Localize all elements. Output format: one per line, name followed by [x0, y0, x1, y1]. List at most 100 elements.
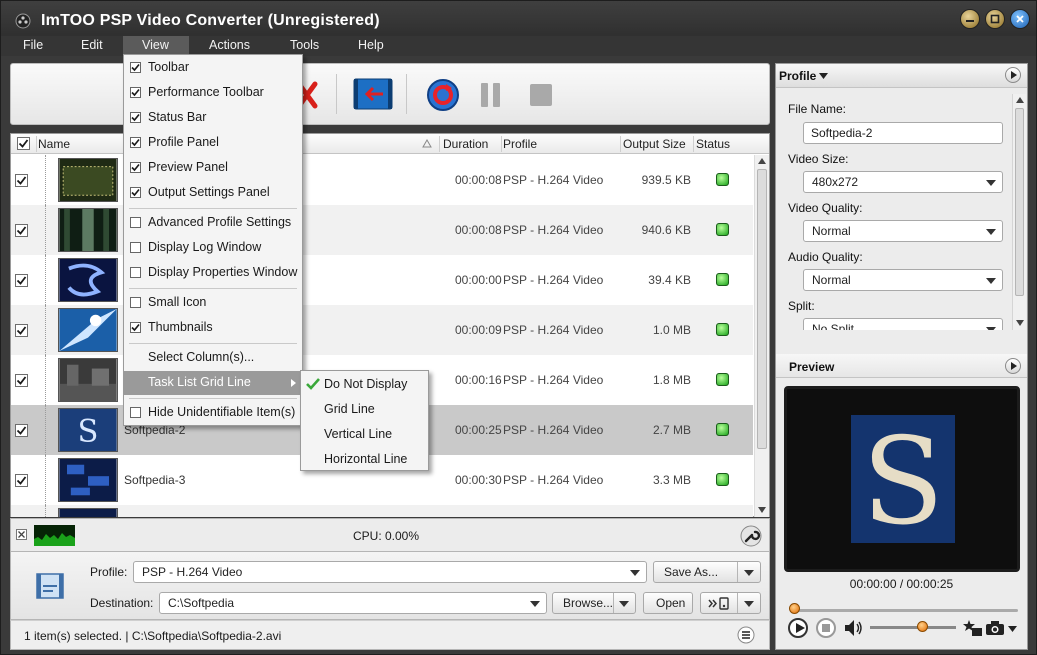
log-icon[interactable]	[737, 626, 755, 644]
menu-item-status-bar[interactable]: Status Bar	[124, 106, 302, 130]
check-icon	[16, 376, 27, 385]
check-icon	[16, 226, 27, 235]
profile-scrollbar[interactable]	[1012, 94, 1026, 330]
row-checkbox[interactable]	[15, 174, 28, 187]
menu-item-output-settings-panel[interactable]: Output Settings Panel	[124, 181, 302, 205]
menu-actions[interactable]: Actions	[201, 36, 258, 56]
grid-line-submenu: Do Not Display Grid Line Vertical Line H…	[300, 370, 429, 471]
menu-tools[interactable]: Tools	[282, 36, 327, 56]
column-header-profile[interactable]: Profile	[503, 137, 537, 151]
menu-item-label: Small Icon	[148, 295, 207, 309]
column-header-output-size[interactable]: Output Size	[623, 137, 686, 151]
file-name-input[interactable]: Softpedia-2	[803, 122, 1003, 144]
seek-handle[interactable]	[789, 603, 800, 614]
menu-item-display-properties-window[interactable]: Display Properties Window	[124, 261, 302, 285]
menu-item-small-icon[interactable]: Small Icon	[124, 291, 302, 315]
menu-item-display-log-window[interactable]: Display Log Window	[124, 236, 302, 260]
scroll-thumb[interactable]	[1015, 108, 1024, 296]
row-checkbox[interactable]	[15, 324, 28, 337]
menu-item-performance-toolbar[interactable]: Performance Toolbar	[124, 81, 302, 105]
check-icon	[131, 63, 140, 72]
wrench-icon[interactable]	[740, 525, 762, 547]
column-header-duration[interactable]: Duration	[443, 137, 488, 151]
select-all-checkbox[interactable]	[17, 137, 30, 150]
menu-edit[interactable]: Edit	[73, 36, 111, 56]
chevron-down-icon[interactable]	[744, 570, 754, 576]
browse-button[interactable]: Browse...	[552, 592, 636, 614]
row-checkbox[interactable]	[15, 274, 28, 287]
scroll-thumb[interactable]	[757, 169, 767, 449]
submenu-arrow-icon	[291, 379, 296, 387]
volume-icon[interactable]	[844, 619, 864, 637]
column-header-status[interactable]: Status	[696, 137, 730, 151]
scroll-down-icon[interactable]	[1016, 320, 1024, 326]
list-scrollbar[interactable]	[754, 155, 769, 517]
effects-icon[interactable]	[963, 619, 983, 637]
volume-slider[interactable]	[870, 626, 956, 629]
start-convert-icon[interactable]	[426, 78, 460, 112]
stop-icon[interactable]	[528, 82, 554, 108]
scroll-up-icon[interactable]	[758, 158, 766, 164]
stop-button[interactable]	[816, 618, 836, 638]
menu-item-profile-panel[interactable]: Profile Panel	[124, 131, 302, 155]
row-checkbox[interactable]	[15, 424, 28, 437]
profile-label: Profile:	[90, 565, 128, 579]
expand-preview-button[interactable]	[1005, 358, 1021, 374]
scroll-down-icon[interactable]	[758, 507, 766, 513]
menu-item-label: Toolbar	[148, 60, 189, 74]
row-checkbox[interactable]	[15, 474, 28, 487]
expand-panel-button[interactable]	[1005, 67, 1021, 83]
chevron-down-icon[interactable]	[819, 73, 828, 79]
cpu-usage-label: CPU: 0.00%	[353, 529, 420, 543]
seek-bar[interactable]	[792, 609, 1018, 612]
submenu-item-grid-line[interactable]: Grid Line	[301, 397, 428, 422]
split-select[interactable]: No Split	[803, 318, 1003, 330]
camera-icon[interactable]	[985, 620, 1005, 636]
scroll-up-icon[interactable]	[1016, 97, 1024, 103]
menu-item-preview-panel[interactable]: Preview Panel	[124, 156, 302, 180]
menu-help[interactable]: Help	[350, 36, 392, 56]
tree-line	[45, 255, 46, 305]
convert-icon[interactable]	[353, 76, 393, 112]
play-button[interactable]	[788, 618, 808, 638]
close-button[interactable]	[1010, 9, 1030, 29]
menu-item-thumbnails[interactable]: Thumbnails	[124, 316, 302, 340]
minimize-button[interactable]	[960, 9, 980, 29]
profile-select[interactable]: PSP - H.264 Video	[133, 561, 647, 583]
open-button[interactable]: Open	[643, 592, 693, 614]
volume-handle[interactable]	[916, 621, 928, 632]
close-panel-icon[interactable]	[16, 529, 27, 540]
chevron-down-icon[interactable]	[1008, 626, 1017, 632]
video-thumbnail	[58, 458, 118, 502]
save-as-button[interactable]: Save As...	[653, 561, 761, 583]
transfer-device-button[interactable]	[700, 592, 761, 614]
menu-item-task-list-grid-line[interactable]: Task List Grid Line	[124, 371, 302, 395]
row-duration: 00:00:25	[455, 423, 502, 437]
profile-edit-icon	[36, 573, 64, 599]
submenu-item-vertical-line[interactable]: Vertical Line	[301, 422, 428, 447]
menu-file[interactable]: File	[15, 36, 51, 56]
row-checkbox[interactable]	[15, 224, 28, 237]
chevron-down-icon[interactable]	[744, 601, 754, 607]
chevron-down-icon[interactable]	[619, 601, 629, 607]
menu-item-advanced-profile-settings[interactable]: Advanced Profile Settings	[124, 211, 302, 235]
submenu-item-do-not-display[interactable]: Do Not Display	[301, 372, 428, 397]
table-row[interactable]	[11, 505, 753, 517]
profile-panel-title[interactable]: Profile	[779, 69, 816, 83]
row-checkbox[interactable]	[15, 374, 28, 387]
menu-item-hide-unidentifiable[interactable]: Hide Unidentifiable Item(s)	[124, 401, 302, 425]
menu-item-select-columns[interactable]: Select Column(s)...	[124, 346, 302, 370]
performance-toolbar: CPU: 0.00%	[10, 518, 770, 552]
menu-view[interactable]: View	[123, 36, 189, 56]
pause-icon[interactable]	[478, 81, 504, 109]
submenu-item-horizontal-line[interactable]: Horizontal Line	[301, 447, 428, 472]
column-header-name[interactable]: Name	[38, 137, 70, 151]
menu-item-toolbar[interactable]: Toolbar	[124, 56, 302, 80]
maximize-button[interactable]	[985, 9, 1005, 29]
row-profile: PSP - H.264 Video	[503, 473, 604, 487]
audio-quality-select[interactable]: Normal	[803, 269, 1003, 291]
row-profile: PSP - H.264 Video	[503, 223, 604, 237]
video-quality-select[interactable]: Normal	[803, 220, 1003, 242]
video-size-select[interactable]: 480x272	[803, 171, 1003, 193]
destination-select[interactable]: C:\Softpedia	[159, 592, 547, 614]
